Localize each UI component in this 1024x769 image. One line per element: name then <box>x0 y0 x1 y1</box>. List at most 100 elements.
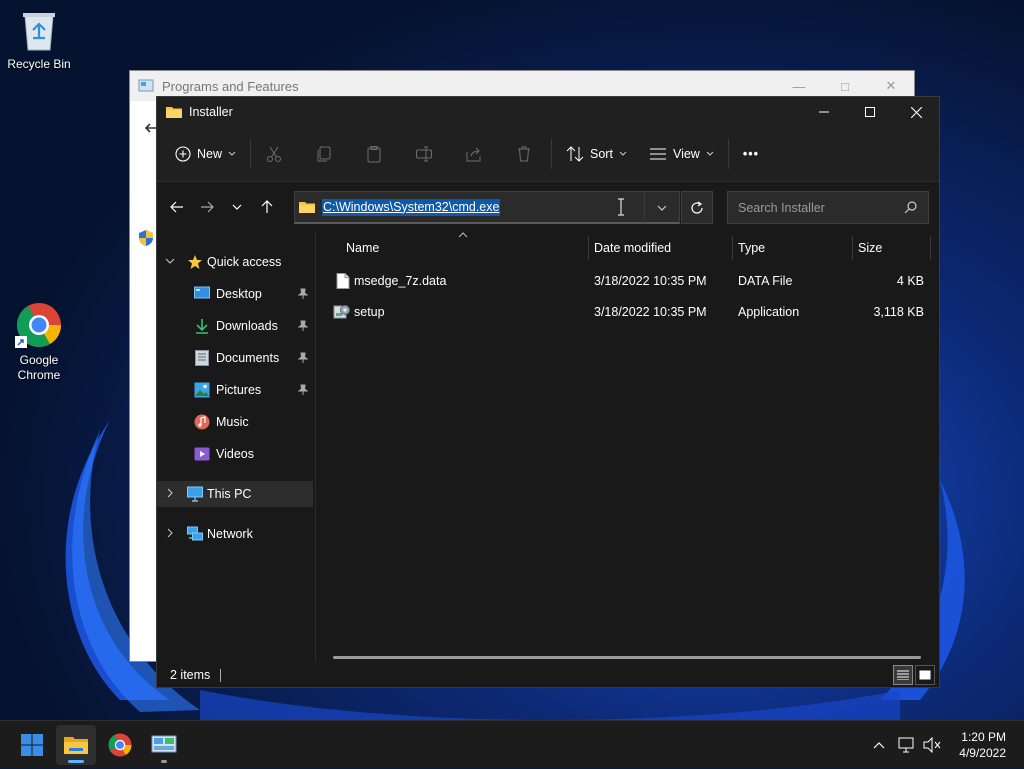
nav-quick-access[interactable]: Quick access <box>157 249 313 275</box>
copy-button[interactable] <box>307 138 341 170</box>
nav-desktop-label: Desktop <box>216 287 262 301</box>
maximize-icon <box>865 107 875 117</box>
up-button[interactable] <box>252 192 282 222</box>
tiles-view-button[interactable] <box>915 665 935 685</box>
explorer-title: Installer <box>189 105 233 119</box>
column-header-date[interactable]: Date modified <box>594 232 734 264</box>
taskbar-file-explorer[interactable] <box>56 725 96 765</box>
arrow-right-icon <box>201 201 214 213</box>
maximize-button[interactable] <box>847 97 893 127</box>
refresh-button[interactable] <box>681 191 713 224</box>
nav-pictures[interactable]: Pictures <box>157 377 313 403</box>
column-header-name[interactable]: Name <box>346 232 586 264</box>
details-view-icon <box>897 670 909 680</box>
rename-button[interactable] <box>407 138 441 170</box>
google-chrome-label: Google Chrome <box>17 353 61 382</box>
file-list: Name Date modified Type Size msedge_7z.d… <box>316 232 939 662</box>
column-name-label: Name <box>346 241 380 255</box>
file-row[interactable]: setup 3/18/2022 10:35 PM Application 3,1… <box>316 297 939 327</box>
share-button[interactable] <box>457 138 491 170</box>
chevron-right-icon <box>167 488 173 498</box>
file-row[interactable]: msedge_7z.data 3/18/2022 10:35 PM DATA F… <box>316 266 939 296</box>
taskbar-control-panel[interactable] <box>144 725 184 765</box>
explorer-content: Quick access Desktop Downloads Documents… <box>157 232 939 662</box>
minimize-button[interactable] <box>801 97 847 127</box>
nav-network[interactable]: Network <box>157 521 313 547</box>
nav-downloads[interactable]: Downloads <box>157 313 313 339</box>
chevron-down-icon <box>232 204 242 210</box>
view-button[interactable]: View <box>641 138 722 170</box>
nav-music[interactable]: Music <box>157 409 313 435</box>
column-divider[interactable] <box>588 236 589 260</box>
search-icon <box>904 201 917 214</box>
clock-time: 1:20 PM <box>961 730 1006 744</box>
close-button[interactable] <box>893 97 939 127</box>
show-hidden-icons-button[interactable] <box>868 741 890 749</box>
chevron-down-icon <box>619 151 627 156</box>
column-divider[interactable] <box>930 236 931 260</box>
new-button[interactable]: New <box>167 138 244 170</box>
file-explorer-window[interactable]: Installer New Sort View ••• C:\Windows\S… <box>156 96 940 688</box>
nav-videos[interactable]: Videos <box>157 441 313 467</box>
google-chrome-desktop-icon[interactable]: Google Chrome <box>1 302 77 383</box>
chevron-up-icon <box>873 742 885 749</box>
column-size-label: Size <box>858 241 883 255</box>
recycle-bin-label: Recycle Bin <box>7 57 71 71</box>
sort-button[interactable]: Sort <box>558 138 635 170</box>
back-button[interactable] <box>162 192 192 222</box>
file-size: 3,118 KB <box>873 305 924 319</box>
column-divider[interactable] <box>852 236 853 260</box>
start-button[interactable] <box>12 725 52 765</box>
volume-button[interactable] <box>920 737 944 753</box>
folder-icon <box>299 202 315 213</box>
recycle-bin-desktop-icon[interactable]: Recycle Bin <box>1 8 77 72</box>
network-status-button[interactable] <box>894 737 920 753</box>
view-label: View <box>672 147 700 161</box>
search-box[interactable] <box>727 191 929 224</box>
nav-documents-label: Documents <box>216 351 280 365</box>
details-view-button[interactable] <box>893 665 913 685</box>
nav-desktop[interactable]: Desktop <box>157 281 313 307</box>
file-date: 3/18/2022 10:35 PM <box>594 274 707 288</box>
new-label: New <box>197 147 223 161</box>
clock[interactable]: 1:20 PM 4/9/2022 <box>959 729 1006 761</box>
recent-locations-button[interactable] <box>222 192 252 222</box>
address-history-dropdown[interactable] <box>644 192 679 223</box>
trash-icon <box>518 146 531 162</box>
pin-icon <box>298 352 308 363</box>
file-size: 4 KB <box>896 274 924 288</box>
explorer-titlebar[interactable]: Installer <box>157 97 939 127</box>
chevron-down-icon <box>228 151 236 156</box>
chrome-icon <box>108 733 132 757</box>
taskbar-chrome[interactable] <box>100 725 140 765</box>
column-divider[interactable] <box>732 236 733 260</box>
address-bar[interactable]: C:\Windows\System32\cmd.exe <box>294 191 680 224</box>
file-name: setup <box>354 305 385 319</box>
programs-and-features-title: Programs and Features <box>162 78 299 94</box>
column-header-size[interactable]: Size <box>858 232 928 264</box>
cut-button[interactable] <box>257 138 291 170</box>
arrow-up-icon <box>261 200 273 213</box>
nav-this-pc[interactable]: This PC <box>157 481 313 507</box>
column-header-type[interactable]: Type <box>738 232 848 264</box>
scissors-icon <box>267 146 282 162</box>
star-icon <box>188 255 202 269</box>
horizontal-scrollbar[interactable] <box>333 656 921 659</box>
nav-music-label: Music <box>216 415 249 429</box>
file-explorer-icon <box>64 737 88 754</box>
active-indicator <box>68 760 84 763</box>
address-path[interactable]: C:\Windows\System32\cmd.exe <box>322 198 501 216</box>
pin-icon <box>298 320 308 331</box>
nav-documents[interactable]: Documents <box>157 345 313 371</box>
windows-logo-icon <box>21 734 43 756</box>
setup-application-icon <box>333 305 350 319</box>
more-options-button[interactable]: ••• <box>735 138 767 170</box>
search-input[interactable] <box>736 199 900 216</box>
delete-button[interactable] <box>507 138 541 170</box>
chevron-right-icon <box>167 528 173 538</box>
system-tray <box>868 721 944 769</box>
share-icon <box>466 147 481 162</box>
file-date: 3/18/2022 10:35 PM <box>594 305 707 319</box>
forward-button[interactable] <box>192 192 222 222</box>
paste-button[interactable] <box>357 138 391 170</box>
